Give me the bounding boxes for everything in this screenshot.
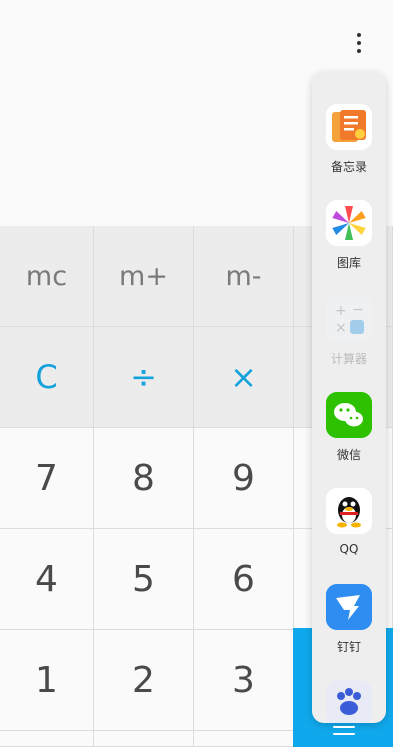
key-1[interactable]: 1 <box>0 630 94 731</box>
baidu-paw-icon <box>326 680 372 723</box>
key-7[interactable]: 7 <box>0 428 94 529</box>
sidebar-app-wechat[interactable]: 微信 <box>312 392 386 482</box>
sidebar-app-label: QQ <box>339 542 359 556</box>
key-9[interactable]: 9 <box>194 428 294 529</box>
sidebar-app-label: 钉钉 <box>336 640 361 654</box>
key-row-5[interactable] <box>0 731 94 747</box>
key-2[interactable]: 2 <box>94 630 194 731</box>
key-4[interactable]: 4 <box>0 529 94 630</box>
sidebar-app-qq[interactable]: QQ <box>312 488 386 578</box>
svg-text:+: + <box>335 303 347 319</box>
gallery-pinwheel-icon <box>326 200 372 246</box>
more-options-icon[interactable] <box>344 28 374 58</box>
svg-text:−: − <box>352 302 364 318</box>
key-multiply[interactable]: × <box>194 327 294 428</box>
key-row-5c[interactable] <box>194 731 294 747</box>
sidebar-app-baidu[interactable] <box>312 680 386 723</box>
key-8[interactable]: 8 <box>94 428 194 529</box>
svg-text:×: × <box>335 320 347 336</box>
key-m-plus[interactable]: m+ <box>94 226 194 327</box>
calculator-icon: + − × <box>326 296 372 342</box>
key-mc[interactable]: mc <box>0 226 94 327</box>
sidebar-app-label: 微信 <box>336 448 361 462</box>
sidebar-app-dingtalk[interactable]: 钉钉 <box>312 584 386 674</box>
key-m-minus[interactable]: m- <box>194 226 294 327</box>
sidebar-app-notes[interactable]: 备忘录 <box>312 104 386 194</box>
sidebar-app-gallery[interactable]: 图库 <box>312 200 386 290</box>
key-row-5b[interactable] <box>94 731 194 747</box>
key-divide[interactable]: ÷ <box>94 327 194 428</box>
sidebar-app-label: 计算器 <box>330 352 367 366</box>
key-6[interactable]: 6 <box>194 529 294 630</box>
sidebar-app-calculator[interactable]: + − × 计算器 <box>312 296 386 386</box>
notes-icon <box>326 104 372 150</box>
key-3[interactable]: 3 <box>194 630 294 731</box>
drag-handle-icon[interactable] <box>333 726 355 738</box>
key-5[interactable]: 5 <box>94 529 194 630</box>
wechat-icon <box>326 392 372 438</box>
dingtalk-icon <box>326 584 372 630</box>
sidebar-app-label: 图库 <box>336 256 361 270</box>
qq-penguin-icon <box>326 488 372 534</box>
app-sidebar: 备忘录 图库 + − × 计算器 微信 QQ 钉钉 <box>312 72 386 723</box>
sidebar-app-label: 备忘录 <box>330 160 367 174</box>
key-clear[interactable]: C <box>0 327 94 428</box>
